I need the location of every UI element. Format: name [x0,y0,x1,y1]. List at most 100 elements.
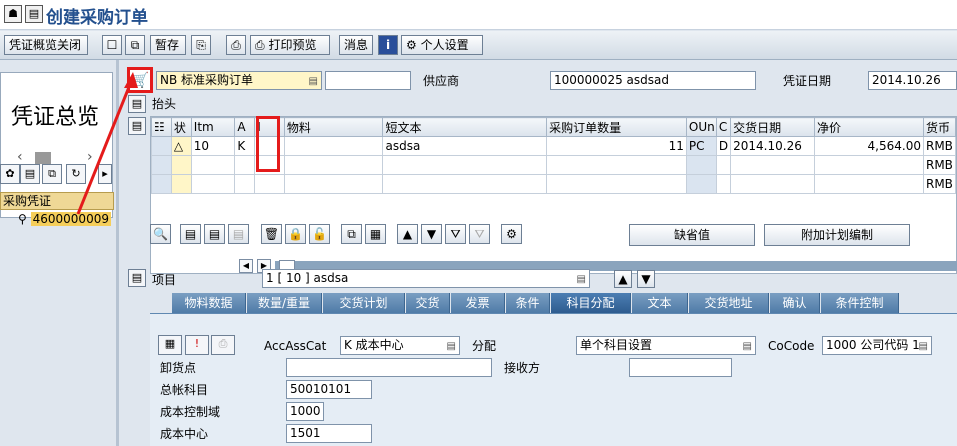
cost-center-field[interactable]: 1501 [286,424,372,443]
item-selector[interactable]: 1 [ 10 ] asdsa ▤ [262,269,590,288]
qty-cell[interactable] [546,155,687,175]
date-cat-cell[interactable]: D [715,136,732,156]
acct-cat-cell[interactable] [234,155,256,175]
info-icon[interactable]: i [378,35,398,55]
deselect-all-icon[interactable]: ▤ [204,224,225,244]
short-text-cell[interactable] [382,174,548,194]
qty-cell[interactable] [546,174,687,194]
print-icon[interactable]: ⎙ [226,35,246,55]
col-header[interactable]: 状 [170,117,192,137]
new-document-icon[interactable]: ☐ [102,35,122,55]
vendor-field[interactable]: 100000025 asdsad [550,71,756,90]
delivery-date-cell[interactable]: 2014.10.26 [730,136,815,156]
unlock-icon[interactable]: 🔓 [309,224,330,244]
print-preview-button[interactable]: ⎙ 打印预览 [250,35,330,55]
purchase-docs-header[interactable]: 采购凭证 [0,192,114,210]
tab-invoice[interactable]: 发票 [451,293,505,313]
single-line-icon[interactable]: ! [185,335,209,355]
tab-material-data[interactable]: 物料数据 [172,293,246,313]
col-header[interactable]: Itm [190,117,236,137]
copy-icon[interactable]: ⧉ [341,224,362,244]
messages-button[interactable]: 消息 [339,35,373,55]
tab-condition-control[interactable]: 条件控制 [821,293,899,313]
delete-filter-icon[interactable]: ⛛ [469,224,490,244]
refresh-icon[interactable]: ↻ [66,164,86,184]
material-cell[interactable] [283,155,384,175]
item-cell[interactable]: 10 [190,136,236,156]
copy-icon[interactable]: ⧉ [125,35,145,55]
acct-cat-cell[interactable] [234,174,256,194]
scroll-right-icon[interactable]: › [87,149,93,165]
table-settings-icon[interactable]: ▦ [365,224,386,244]
tab-confirmations[interactable]: 确认 [770,293,820,313]
short-text-cell[interactable]: asdsa [382,136,548,156]
col-header[interactable]: OUn [685,117,717,137]
unit-cell[interactable] [685,155,717,175]
selection-variant-icon[interactable]: ✿ [0,164,20,184]
distribution-select[interactable]: 单个科目设置 ▤ [576,336,756,355]
item-cell[interactable] [190,155,236,175]
additional-planning-button[interactable]: 附加计划编制 [764,224,910,246]
select-all-icon[interactable]: ▤ [180,224,201,244]
row-selector[interactable] [151,136,172,156]
co-area-field[interactable]: 1000 [286,402,324,421]
tab-quantity-weight[interactable]: 数量/重量 [247,293,322,313]
unloading-point-field[interactable] [286,358,492,377]
next-item-icon[interactable]: ▼ [637,270,655,288]
acc-cat-select[interactable]: K 成本中心 ▤ [340,336,460,355]
details-icon[interactable]: ▤ [20,164,40,184]
tab-delivery[interactable]: 交货 [406,293,450,313]
lock-icon[interactable]: 🔒 [285,224,306,244]
tab-conditions[interactable]: 条件 [506,293,550,313]
sort-ascending-icon[interactable]: ▲ [397,224,418,244]
scroll-left-icon[interactable]: ◀ [239,259,253,273]
net-price-cell[interactable] [813,174,924,194]
shopping-cart-icon[interactable]: 🛒 [127,67,153,93]
services-icon[interactable]: ⚙ [501,224,522,244]
copy-doc-icon[interactable]: ⧉ [42,164,62,184]
tab-delivery-address[interactable]: 交货地址 [689,293,769,313]
details-icon[interactable]: 🔍 [150,224,171,244]
currency-cell[interactable]: RMB [922,174,957,194]
item-cell[interactable] [190,174,236,194]
unit-cell[interactable] [685,174,717,194]
table-row[interactable]: RMB [151,174,957,194]
qty-cell[interactable]: 11 [546,136,687,156]
hold-button[interactable]: 暂存 [150,35,186,55]
col-header[interactable]: 净价 [813,117,924,137]
close-overview-button[interactable]: 凭证概览关闭 [4,35,88,55]
delete-icon[interactable]: 🗑 [261,224,282,244]
doc-type-select[interactable]: NB 标准采购订单 ▤ [156,71,322,90]
item-detail-collapse-icon[interactable]: ▤ [128,269,146,287]
col-header[interactable]: 货币 [922,117,957,137]
net-price-cell[interactable] [813,155,924,175]
col-header[interactable]: C [715,117,732,137]
date-cat-cell[interactable] [715,155,732,175]
defaults-button[interactable]: 缺省值 [629,224,755,246]
material-cell[interactable] [283,174,384,194]
select-all-icon[interactable]: ☷ [151,117,172,137]
short-text-cell[interactable] [382,155,548,175]
sort-descending-icon[interactable]: ▼ [421,224,442,244]
previous-item-icon[interactable]: ▲ [614,270,632,288]
header-expand-icon[interactable]: ▤ [128,95,146,113]
col-header[interactable]: 短文本 [382,117,548,137]
po-number-field[interactable] [325,71,411,90]
copy-rows-icon[interactable]: ▤ [228,224,249,244]
tab-delivery-schedule[interactable]: 交货计划 [323,293,405,313]
row-selector[interactable] [151,174,172,194]
filter-icon[interactable]: ⛛ [445,224,466,244]
doc-date-field[interactable]: 2014.10.26 [868,71,957,90]
item-cat-cell[interactable] [254,174,285,194]
gl-account-field[interactable]: 50010101 [286,380,372,399]
multi-account-icon[interactable]: ▦ [158,335,182,355]
scroll-left-icon[interactable]: ‹ [17,149,23,165]
expand-arrow-icon[interactable]: ▸ [98,164,112,184]
tab-texts[interactable]: 文本 [632,293,688,313]
cocode-field[interactable]: 1000 公司代码 1 ▤ [822,336,932,355]
col-header[interactable]: 物料 [283,117,384,137]
personal-settings-button[interactable]: ⚙ 个人设置 [401,35,483,55]
scroll-thumb[interactable] [35,152,51,164]
acct-cat-cell[interactable]: K [234,136,256,156]
items-collapse-icon[interactable]: ▤ [128,117,146,135]
